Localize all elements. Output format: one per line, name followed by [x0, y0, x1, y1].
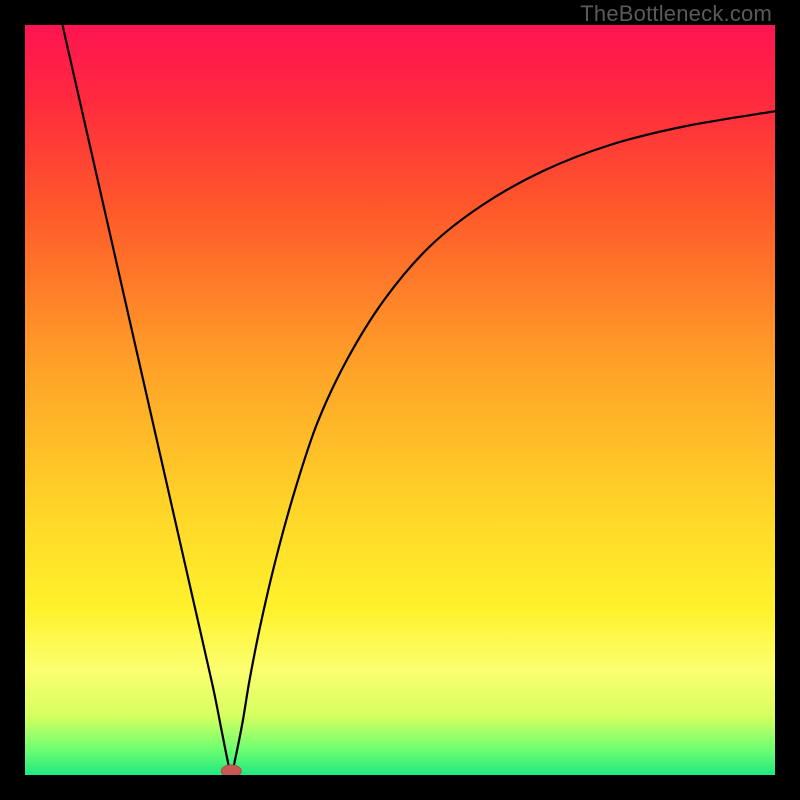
optimal-point-marker — [221, 765, 241, 775]
chart-frame — [25, 25, 775, 775]
heat-gradient-background — [25, 25, 775, 775]
watermark-label: TheBottleneck.com — [580, 1, 772, 27]
bottleneck-chart — [25, 25, 775, 775]
